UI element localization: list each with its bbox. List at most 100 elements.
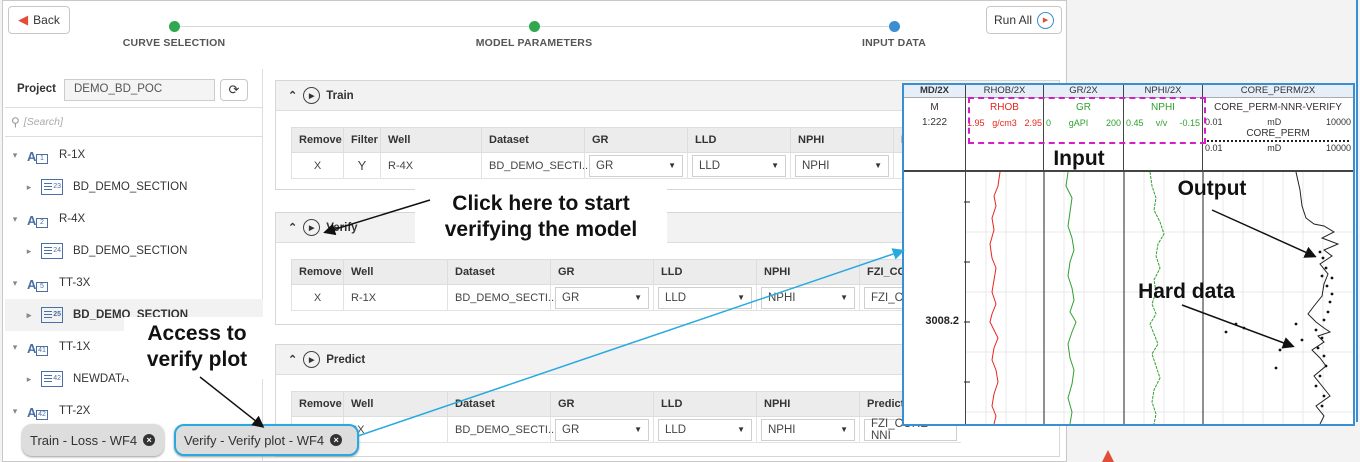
filter-value[interactable]: Y: [358, 158, 367, 173]
select-value: GR: [596, 159, 614, 172]
md-header: MD/2X M 1:222: [904, 85, 966, 170]
corner-mark: [1102, 450, 1114, 462]
gr-select[interactable]: GR ▼: [555, 286, 649, 309]
chevron-down-icon: ▼: [737, 293, 745, 302]
core-perm-unit: mD: [1267, 143, 1282, 153]
well-icon: A2: [27, 210, 49, 228]
column-header: GR: [550, 391, 653, 417]
chevron-down-icon[interactable]: ▾: [9, 406, 21, 417]
project-field[interactable]: DEMO_BD_POC: [64, 79, 215, 101]
dataset-icon: 23: [41, 179, 63, 195]
gr-select[interactable]: GR ▼: [589, 154, 683, 177]
search-icon: ⚲: [11, 115, 20, 129]
grid-column: Well R-1X: [343, 259, 447, 311]
chevron-down-icon[interactable]: ▾: [9, 214, 21, 225]
well-icon: A1: [27, 146, 49, 164]
remove-value[interactable]: X: [314, 292, 321, 304]
grid-cell: BD_DEMO_SECTI...: [447, 285, 557, 311]
tree-item-label: R-4X: [59, 213, 86, 225]
callout-verify: Click here to start verifying the model: [415, 187, 667, 247]
grid-column: LLD LLD ▼: [687, 127, 790, 179]
column-header: Dataset: [447, 391, 550, 417]
chevron-down-icon[interactable]: ▾: [9, 342, 21, 353]
tree-item-well[interactable]: ▾ A 2 R-4X: [5, 203, 263, 235]
core-perm-dot-legend: [1207, 140, 1349, 142]
lld-select[interactable]: LLD ▼: [658, 418, 752, 441]
md-unit: M: [930, 102, 939, 113]
chevron-down-icon: ▼: [840, 425, 848, 434]
lld-select[interactable]: LLD ▼: [658, 286, 752, 309]
nphi-select[interactable]: NPHI ▼: [761, 418, 855, 441]
tree-item-well[interactable]: ▾ A 1 R-1X: [5, 139, 263, 171]
nphi-select[interactable]: NPHI ▼: [761, 286, 855, 309]
tree-search[interactable]: ⚲ [Search]: [5, 107, 263, 137]
column-header: LLD: [653, 391, 756, 417]
project-sidebar: Project DEMO_BD_POC ⟳ ⚲ [Search] ▾ A 1 R-1X…: [5, 69, 263, 462]
tab-label: Verify - Verify plot - WF4: [184, 432, 325, 448]
play-icon[interactable]: ▶: [303, 351, 321, 368]
chevron-right-icon[interactable]: ▸: [23, 374, 35, 385]
tab-train-loss[interactable]: Train - Loss - WF4 ×: [22, 424, 164, 456]
verify-plot: MD/2X M 1:222 RHOB/2X RHOB 1.95 g/cm3 2.95…: [902, 83, 1355, 426]
refresh-button[interactable]: ⟳: [220, 79, 248, 101]
grid-cell: BD_DEMO_SECTI...: [447, 417, 557, 443]
chevron-right-icon[interactable]: ▸: [23, 182, 35, 193]
grid-column: Well R-4X: [380, 127, 481, 179]
chevron-down-icon[interactable]: ▾: [9, 150, 21, 161]
close-icon[interactable]: ×: [330, 434, 343, 446]
close-icon[interactable]: ×: [143, 434, 156, 446]
play-icon[interactable]: ▶: [303, 87, 321, 104]
tree-item-label: BD_DEMO_SECTION: [73, 181, 188, 193]
callout-access-line1: Access to: [147, 322, 247, 345]
step-label-input-data: INPUT DATA: [861, 37, 927, 49]
nphi-select[interactable]: NPHI ▼: [795, 154, 889, 177]
tree-item-label: TT-2X: [59, 405, 91, 417]
chevron-down-icon[interactable]: ▾: [9, 278, 21, 289]
run-all-button[interactable]: Run All ▶: [986, 6, 1062, 34]
grid-cell[interactable]: X: [291, 285, 343, 311]
run-all-label: Run All: [993, 13, 1033, 27]
chevron-down-icon: ▼: [634, 293, 642, 302]
input-highlight-box: [968, 97, 1206, 144]
tab-verify-plot[interactable]: Verify - Verify plot - WF4 ×: [174, 424, 359, 456]
callout-verify-line2: verifying the model: [444, 218, 638, 241]
back-button[interactable]: ◀ Back: [8, 6, 70, 34]
grid-column: GR GR ▼: [550, 391, 653, 443]
dataset-icon: 25: [41, 307, 63, 323]
tree-item-dataset[interactable]: ▸ 23 BD_DEMO_SECTION: [5, 171, 263, 203]
gr-select[interactable]: GR ▼: [555, 418, 649, 441]
select-value: LLD: [665, 291, 687, 304]
column-header: NPHI: [790, 127, 893, 153]
select-value: LLD: [699, 159, 721, 172]
step-dot-input-data[interactable]: [889, 21, 900, 32]
select-value: LLD: [665, 423, 687, 436]
chevron-up-icon[interactable]: ⌃: [288, 221, 297, 234]
chevron-down-icon: ▼: [840, 293, 848, 302]
rhob-curve: [989, 172, 1001, 424]
tree-item-dataset[interactable]: ▸ 24 BD_DEMO_SECTION: [5, 235, 263, 267]
chevron-right-icon[interactable]: ▸: [23, 246, 35, 257]
hard-data-points: [1224, 250, 1334, 408]
remove-value[interactable]: X: [314, 160, 321, 172]
step-dot-model-parameters[interactable]: [529, 21, 540, 32]
grid-cell: LLD ▼: [687, 153, 790, 179]
select-value: GR: [562, 423, 580, 436]
dataset-icon: 24: [41, 243, 63, 259]
lld-select[interactable]: LLD ▼: [692, 154, 786, 177]
step-dot-curve-selection[interactable]: [169, 21, 180, 32]
chevron-up-icon[interactable]: ⌃: [288, 89, 297, 102]
refresh-icon: ⟳: [228, 82, 240, 97]
verify-play-icon[interactable]: ▶: [303, 219, 321, 236]
chevron-up-icon[interactable]: ⌃: [288, 353, 297, 366]
predict-grid: RemoveWell3XDatasetBD_DEMO_SECTI...GRGR▼…: [291, 391, 961, 443]
chevron-right-icon[interactable]: ▸: [23, 310, 35, 321]
grid-cell: NPHI ▼: [756, 417, 859, 443]
tree-item-well[interactable]: ▾ A 42 TT-2X: [5, 395, 263, 427]
tree-item-well[interactable]: ▾ A 5 TT-3X: [5, 267, 263, 299]
grid-cell[interactable]: X: [291, 153, 343, 179]
train-title: Train: [326, 89, 354, 102]
column-header: Remove: [291, 259, 343, 285]
grid-cell: NPHI ▼: [756, 285, 859, 311]
select-value: NPHI: [768, 423, 796, 436]
grid-column: Dataset BD_DEMO_SECTI...: [481, 127, 591, 179]
